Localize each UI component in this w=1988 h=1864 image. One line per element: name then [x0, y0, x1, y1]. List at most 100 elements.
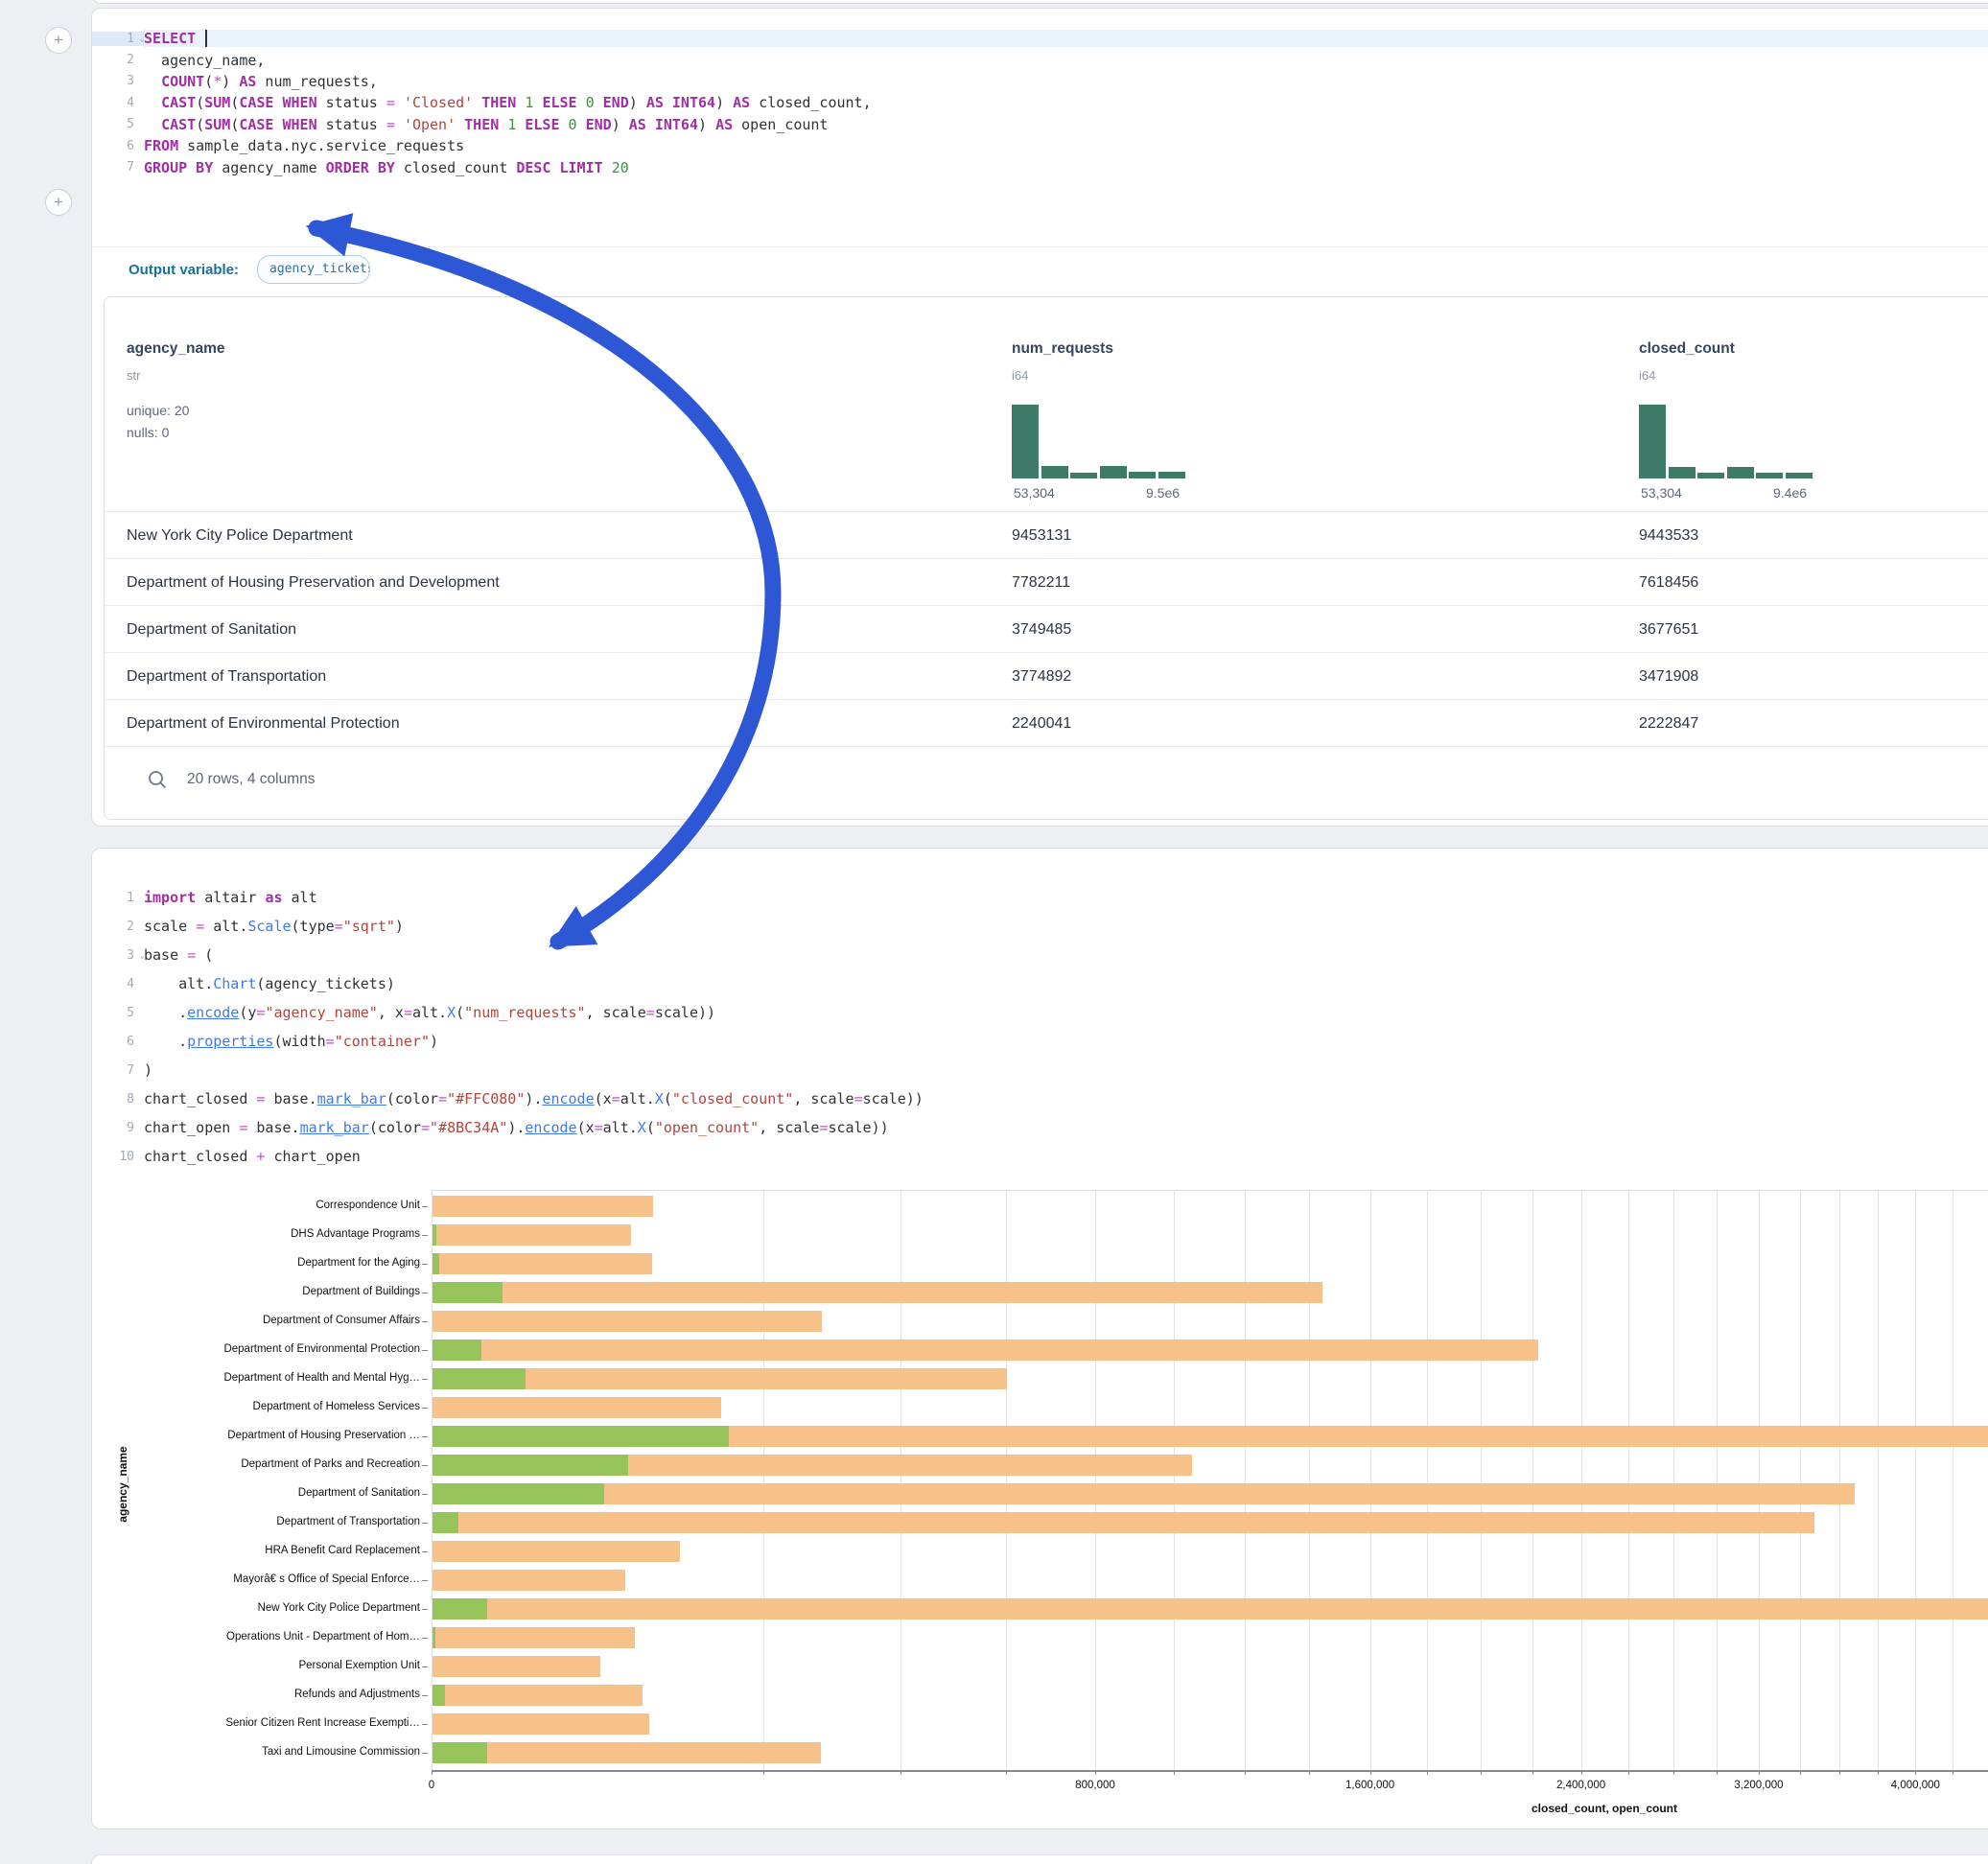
bar-closed_count	[433, 1685, 643, 1706]
code-token: WHEN	[283, 116, 317, 133]
code-token	[560, 116, 569, 133]
code-token: DESC	[516, 159, 550, 176]
code-token: agency_name,	[144, 52, 265, 69]
histogram-min-label: 53,304	[1014, 485, 1055, 501]
bar-closed_count	[433, 1713, 650, 1735]
sql-line-2[interactable]: 2 agency_name,	[92, 49, 1988, 70]
code-token: sample_data.nyc.service_requests	[178, 137, 464, 154]
code-line-text: agency_name,	[144, 52, 1988, 69]
code-token: THEN	[481, 94, 516, 111]
add-cell-button-top[interactable]: +	[45, 27, 72, 54]
code-token: INT64	[672, 94, 715, 111]
line-number: 5	[92, 117, 144, 131]
gridline	[1759, 1190, 1760, 1770]
sql-line-3[interactable]: 3 COUNT(*) AS num_requests,	[92, 71, 1988, 92]
bar-open_count	[433, 1340, 482, 1361]
y-category-label: Department for the Aging	[104, 1257, 420, 1269]
y-axis-tick	[422, 1408, 428, 1409]
y-category-label: Senior Citizen Rent Increase Exempti…	[104, 1717, 420, 1729]
code-token: (	[196, 116, 204, 133]
histogram-max-label: 9.5e6	[1146, 485, 1180, 501]
code-token: )	[222, 73, 239, 90]
altair-chart: 0800,0001,600,0002,400,0003,200,0004,000…	[92, 849, 1988, 1830]
sql-line-5[interactable]: 5 CAST(SUM(CASE WHEN status = 'Open' THE…	[92, 114, 1988, 135]
sql-line-1[interactable]: 1⌄SELECT	[92, 28, 1988, 49]
table-cell: 2240041	[1012, 700, 1071, 747]
code-line-text: CAST(SUM(CASE WHEN status = 'Closed' THE…	[144, 94, 1988, 111]
bar-closed_count	[433, 1397, 722, 1418]
y-axis-tick	[422, 1695, 428, 1696]
code-token: )	[629, 94, 646, 111]
table-preview: agency_namestrunique: 20nulls: 0num_requ…	[104, 296, 1988, 820]
bar-closed_count	[433, 1196, 654, 1217]
text-cursor	[205, 30, 207, 47]
code-token	[456, 116, 464, 133]
code-line-text: FROM sample_data.nyc.service_requests	[144, 137, 1988, 154]
code-token: SELECT	[144, 30, 196, 47]
sql-editor[interactable]: 1⌄SELECT 2 agency_name,3 COUNT(*) AS num…	[92, 28, 1988, 178]
table-row: Department of Transportation377489234719…	[105, 652, 1988, 700]
code-token	[395, 94, 404, 111]
search-icon[interactable]	[147, 769, 168, 790]
histogram-max-label: 9.4e6	[1773, 485, 1807, 501]
code-token: AS	[733, 94, 750, 111]
sql-cell-card: 1⌄SELECT 2 agency_name,3 COUNT(*) AS num…	[91, 8, 1988, 827]
gridline	[1839, 1190, 1840, 1770]
column-type: i64	[1639, 368, 1655, 383]
line-number: 1⌄	[92, 32, 144, 46]
code-token: open_count	[733, 116, 828, 133]
code-token	[395, 116, 404, 133]
code-token	[595, 94, 603, 111]
plot-top-border	[432, 1190, 1988, 1191]
code-token: END	[586, 116, 612, 133]
y-axis-tick	[422, 1666, 428, 1667]
code-token: 'Closed'	[404, 94, 473, 111]
y-axis-title: agency_name	[116, 1441, 129, 1527]
column-header-num_requests[interactable]: num_requests	[1012, 340, 1113, 358]
code-token: 'Open'	[404, 116, 456, 133]
fold-chevron-icon[interactable]: ⌄	[140, 35, 145, 44]
table-cell: Department of Environmental Protection	[127, 700, 400, 747]
gridline	[1095, 1190, 1096, 1770]
table-cell: 9443533	[1639, 512, 1698, 559]
sql-line-7[interactable]: 7GROUP BY agency_name ORDER BY closed_co…	[92, 156, 1988, 177]
table-row: New York City Police Department945313194…	[105, 511, 1988, 559]
code-token	[196, 30, 204, 47]
bar-open_count	[433, 1282, 503, 1303]
column-stat: nulls: 0	[127, 425, 169, 440]
histogram-bar	[1041, 466, 1068, 478]
histogram-bar	[1012, 405, 1039, 478]
code-token: SUM	[204, 94, 230, 111]
code-token: )	[612, 116, 629, 133]
output-variable-pill[interactable]: agency_tickets	[257, 255, 370, 284]
plot-left-border	[432, 1190, 433, 1770]
code-token: CAST	[161, 116, 196, 133]
code-line-text: COUNT(*) AS num_requests,	[144, 73, 1988, 90]
table-cell: 3677651	[1639, 606, 1698, 653]
sql-line-4[interactable]: 4 CAST(SUM(CASE WHEN status = 'Closed' T…	[92, 92, 1988, 113]
table-cell: 7782211	[1012, 559, 1070, 606]
code-token: END	[603, 94, 629, 111]
y-category-label: New York City Police Department	[104, 1602, 420, 1614]
y-category-label: HRA Benefit Card Replacement	[104, 1545, 420, 1556]
code-token: COUNT	[161, 73, 204, 90]
y-axis-tick	[422, 1523, 428, 1524]
sql-line-6[interactable]: 6FROM sample_data.nyc.service_requests	[92, 135, 1988, 156]
column-header-closed_count[interactable]: closed_count	[1639, 340, 1735, 358]
output-variable-label: Output variable:	[129, 262, 239, 278]
y-axis-tick	[422, 1235, 428, 1236]
table-cell: 7618456	[1639, 559, 1698, 606]
code-token: AS	[629, 116, 646, 133]
column-header-agency_name[interactable]: agency_name	[127, 340, 225, 358]
add-cell-button-middle[interactable]: +	[45, 189, 72, 216]
table-cell: 9453131	[1012, 512, 1071, 559]
histogram-min-label: 53,304	[1641, 485, 1682, 501]
x-tick-label: 2,400,000	[1556, 1780, 1605, 1791]
gridline	[1878, 1190, 1879, 1770]
y-axis-tick	[422, 1753, 428, 1754]
y-category-label: DHS Advantage Programs	[104, 1228, 420, 1240]
gridline	[1800, 1190, 1801, 1770]
code-line-text: SELECT	[144, 30, 1988, 48]
table-row: Department of Sanitation37494853677651	[105, 605, 1988, 653]
code-token	[577, 116, 586, 133]
